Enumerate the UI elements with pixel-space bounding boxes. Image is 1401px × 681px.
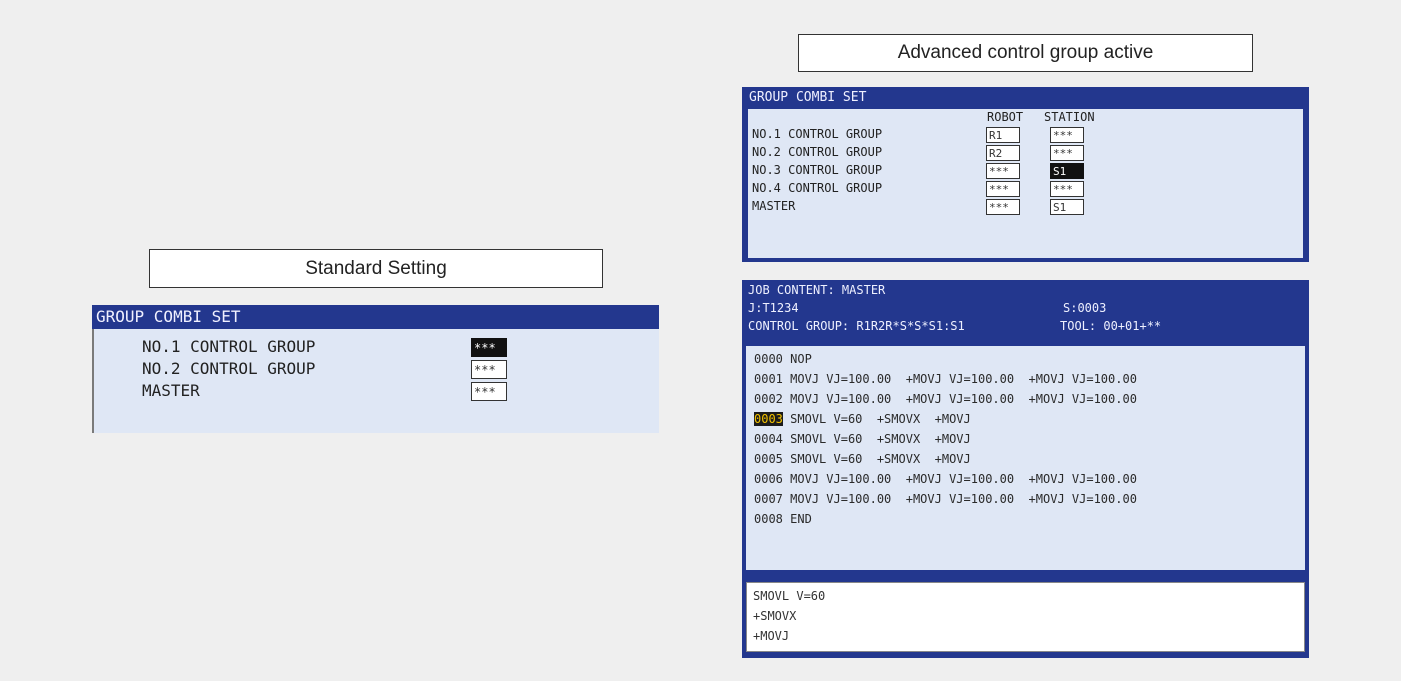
standard-row-value[interactable]: *** — [471, 382, 507, 401]
job-line[interactable]: 0000 NOP — [754, 349, 1305, 369]
line-number: 0001 — [754, 372, 783, 386]
advanced-row-label: NO.4 CONTROL GROUP — [752, 181, 883, 195]
instruction-detail-box: SMOVL V=60 +SMOVX +MOVJ — [746, 582, 1305, 652]
detail-line: +SMOVX — [753, 609, 797, 623]
advanced-row-label: NO.1 CONTROL GROUP — [752, 127, 883, 141]
job-line[interactable]: 0007 MOVJ VJ=100.00 +MOVJ VJ=100.00 +MOV… — [754, 489, 1305, 509]
line-instruction: SMOVL V=60 +SMOVX +MOVJ — [790, 412, 971, 426]
station-cell[interactable]: *** — [1050, 181, 1084, 197]
advanced-group-combi-panel: GROUP COMBI SET ROBOT STATION NO.1 CONTR… — [742, 87, 1309, 262]
advanced-caption: Advanced control group active — [798, 34, 1253, 72]
job-line-list: 0000 NOP 0001 MOVJ VJ=100.00 +MOVJ VJ=10… — [746, 346, 1305, 570]
standard-row-label: MASTER — [142, 381, 200, 400]
station-cell[interactable]: S1 — [1050, 199, 1084, 215]
standard-row-value[interactable]: *** — [471, 338, 507, 357]
advanced-row-label: NO.2 CONTROL GROUP — [752, 145, 883, 159]
job-line-current[interactable]: 0003 SMOVL V=60 +SMOVX +MOVJ — [754, 409, 1305, 429]
job-name: J:T1234 — [748, 301, 799, 315]
robot-cell[interactable]: *** — [986, 163, 1020, 179]
station-cell[interactable]: *** — [1050, 127, 1084, 143]
robot-cell[interactable]: R2 — [986, 145, 1020, 161]
step-indicator: S:0003 — [1063, 301, 1107, 315]
standard-row-label: NO.1 CONTROL GROUP — [142, 337, 316, 356]
station-cell[interactable]: S1 — [1050, 163, 1084, 179]
standard-caption: Standard Setting — [149, 249, 603, 288]
station-column-header: STATION — [1044, 110, 1095, 124]
advanced-row-label: MASTER — [752, 199, 796, 213]
line-instruction: MOVJ VJ=100.00 +MOVJ VJ=100.00 +MOVJ VJ=… — [790, 392, 1137, 406]
line-number: 0000 — [754, 352, 783, 366]
line-instruction: MOVJ VJ=100.00 +MOVJ VJ=100.00 +MOVJ VJ=… — [790, 492, 1137, 506]
line-instruction: SMOVL V=60 +SMOVX +MOVJ — [790, 452, 971, 466]
job-line[interactable]: 0006 MOVJ VJ=100.00 +MOVJ VJ=100.00 +MOV… — [754, 469, 1305, 489]
standard-panel-title: GROUP COMBI SET — [92, 305, 659, 329]
standard-panel-body: NO.1 CONTROL GROUP *** NO.2 CONTROL GROU… — [92, 329, 659, 433]
control-group-line: CONTROL GROUP: R1R2R*S*S*S1:S1 — [748, 319, 965, 333]
job-title: JOB CONTENT: MASTER — [748, 283, 886, 297]
line-instruction: MOVJ VJ=100.00 +MOVJ VJ=100.00 +MOVJ VJ=… — [790, 372, 1137, 386]
job-line[interactable]: 0002 MOVJ VJ=100.00 +MOVJ VJ=100.00 +MOV… — [754, 389, 1305, 409]
robot-column-header: ROBOT — [987, 110, 1024, 124]
line-instruction: NOP — [790, 352, 812, 366]
detail-line: SMOVL V=60 — [753, 589, 826, 603]
robot-cell[interactable]: *** — [986, 181, 1020, 197]
line-number: 0005 — [754, 452, 783, 466]
standard-row-value[interactable]: *** — [471, 360, 507, 379]
line-instruction: MOVJ VJ=100.00 +MOVJ VJ=100.00 +MOVJ VJ=… — [790, 472, 1137, 486]
standard-group-combi-panel: GROUP COMBI SET NO.1 CONTROL GROUP *** N… — [92, 305, 659, 433]
cursor-line-number: 0003 — [754, 412, 783, 426]
job-line[interactable]: 0001 MOVJ VJ=100.00 +MOVJ VJ=100.00 +MOV… — [754, 369, 1305, 389]
job-line[interactable]: 0008 END — [754, 509, 1305, 529]
line-number: 0008 — [754, 512, 783, 526]
station-cell[interactable]: *** — [1050, 145, 1084, 161]
advanced-panel-body: ROBOT STATION NO.1 CONTROL GROUP R1 *** … — [748, 109, 1303, 258]
line-number: 0004 — [754, 432, 783, 446]
advanced-panel-title: GROUP COMBI SET — [748, 87, 1303, 109]
robot-cell[interactable]: R1 — [986, 127, 1020, 143]
line-number: 0002 — [754, 392, 783, 406]
robot-cell[interactable]: *** — [986, 199, 1020, 215]
line-instruction: END — [790, 512, 812, 526]
line-instruction: SMOVL V=60 +SMOVX +MOVJ — [790, 432, 971, 446]
tool-indicator: TOOL: 00+01+** — [1060, 319, 1162, 333]
job-line[interactable]: 0005 SMOVL V=60 +SMOVX +MOVJ — [754, 449, 1305, 469]
job-content-panel: JOB CONTENT: MASTER J:T1234 S:0003 CONTR… — [742, 280, 1309, 658]
advanced-row-label: NO.3 CONTROL GROUP — [752, 163, 883, 177]
line-number: 0006 — [754, 472, 783, 486]
detail-line: +MOVJ — [753, 629, 790, 643]
line-number: 0007 — [754, 492, 783, 506]
job-header: JOB CONTENT: MASTER J:T1234 S:0003 CONTR… — [746, 280, 1305, 346]
standard-row-label: NO.2 CONTROL GROUP — [142, 359, 316, 378]
job-line[interactable]: 0004 SMOVL V=60 +SMOVX +MOVJ — [754, 429, 1305, 449]
